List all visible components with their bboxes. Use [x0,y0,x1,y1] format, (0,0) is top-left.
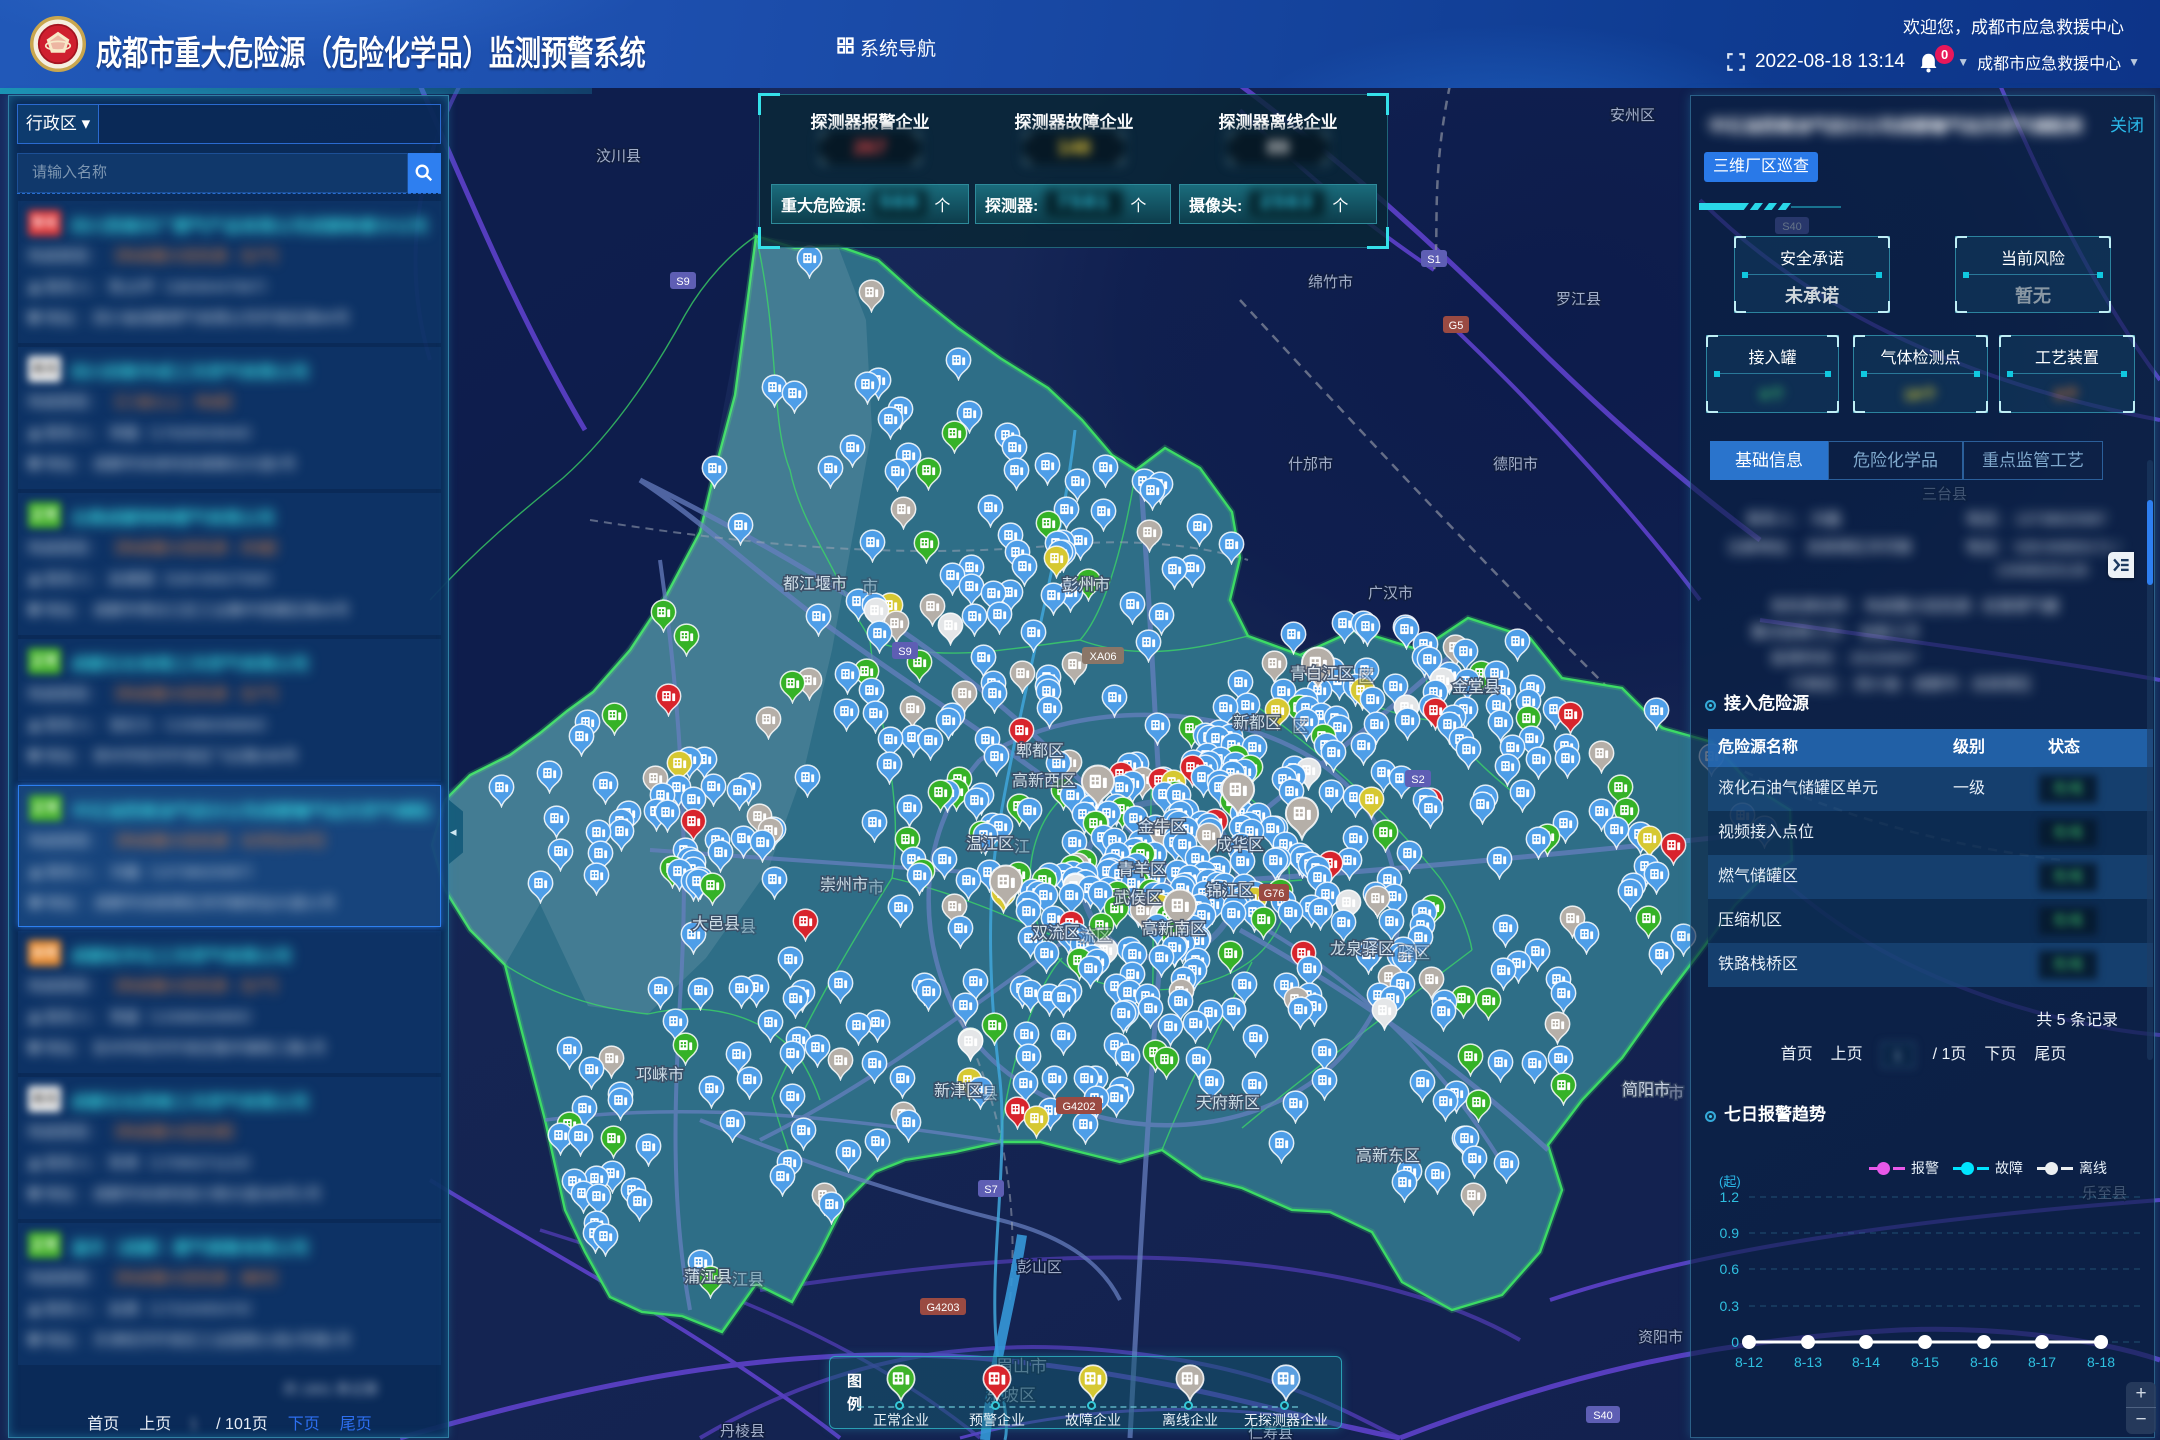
svg-text:绵竹市: 绵竹市 [1308,274,1353,291]
svg-text:S40: S40 [1593,1410,1613,1422]
svg-text:0.9: 0.9 [1720,1225,1740,1241]
svg-text:驿区: 驿区 [1398,944,1430,962]
svg-text:0.6: 0.6 [1720,1261,1740,1277]
svg-text:青羊区: 青羊区 [1118,861,1166,879]
svg-text:新津区: 新津区 [934,1082,982,1100]
svg-text:0: 0 [1731,1334,1739,1350]
svg-text:邛崃市: 邛崃市 [636,1066,684,1084]
svg-text:8-18: 8-18 [2087,1354,2115,1370]
svg-text:S7: S7 [984,1184,997,1196]
svg-text:金堂县: 金堂县 [1452,678,1500,696]
svg-text:G4203: G4203 [926,1302,959,1314]
svg-text:高新南区: 高新南区 [1142,920,1206,938]
svg-text:高新东区: 高新东区 [1356,1147,1420,1165]
svg-text:汶川县: 汶川县 [596,147,641,165]
svg-text:S9: S9 [676,276,689,288]
svg-text:丹棱县: 丹棱县 [720,1423,765,1440]
svg-text:金牛区: 金牛区 [1138,818,1186,836]
svg-text:简阳市: 简阳市 [1622,1081,1670,1099]
svg-text:流区: 流区 [1080,927,1112,945]
svg-text:8-12: 8-12 [1735,1354,1763,1370]
svg-text:G4202: G4202 [1062,1101,1095,1113]
svg-text:安州区: 安州区 [1610,107,1655,124]
svg-text:成华区: 成华区 [1216,836,1264,854]
svg-text:8-15: 8-15 [1911,1354,1939,1370]
svg-text:区: 区 [1358,669,1374,686]
svg-text:市: 市 [868,879,884,897]
svg-text:8-16: 8-16 [1970,1354,1998,1370]
svg-text:区: 区 [1292,719,1308,736]
svg-text:彭州市: 彭州市 [1062,576,1110,594]
svg-text:龙泉驿区: 龙泉驿区 [1330,940,1394,958]
svg-text:S9: S9 [898,646,911,658]
svg-text:1.2: 1.2 [1720,1189,1740,1205]
svg-text:S2: S2 [1411,774,1424,786]
svg-text:XA06: XA06 [1090,651,1117,663]
svg-text:G76: G76 [1264,888,1285,900]
svg-text:县: 县 [740,919,756,936]
svg-text:G5: G5 [1449,320,1464,332]
svg-text:S1: S1 [1427,254,1440,266]
svg-text:(起): (起) [1719,1174,1741,1189]
svg-text:彭山区: 彭山区 [1017,1259,1062,1276]
svg-text:罗江县: 罗江县 [1556,291,1601,308]
svg-text:县: 县 [982,1086,998,1103]
svg-text:高新西区: 高新西区 [1012,772,1076,790]
svg-text:市: 市 [862,578,878,596]
svg-text:8-13: 8-13 [1794,1354,1822,1370]
svg-text:大邑县: 大邑县 [692,915,740,933]
svg-text:温江区: 温江区 [966,835,1014,853]
svg-text:锦江区: 锦江区 [1206,882,1254,900]
svg-text:青白江区: 青白江区 [1290,665,1354,683]
svg-text:郫都区: 郫都区 [1016,742,1064,760]
svg-text:资阳市: 资阳市 [1638,1329,1683,1346]
svg-text:新都区: 新都区 [1233,714,1281,732]
svg-text:蒲江县: 蒲江县 [684,1268,732,1286]
svg-text:德阳市: 德阳市 [1493,455,1538,473]
svg-text:双流区: 双流区 [1032,924,1080,942]
svg-text:天府新区: 天府新区 [1196,1094,1260,1112]
svg-text:8-14: 8-14 [1852,1354,1880,1370]
svg-text:广汉市: 广汉市 [1368,585,1413,602]
svg-text:市: 市 [1668,1084,1684,1102]
svg-text:0.3: 0.3 [1720,1298,1740,1314]
svg-text:崇州市: 崇州市 [820,876,868,894]
svg-text:什邡市: 什邡市 [1288,456,1333,473]
svg-text:武侯区: 武侯区 [1114,889,1162,907]
svg-text:8-17: 8-17 [2028,1354,2056,1370]
svg-text:江: 江 [1014,838,1030,856]
svg-text:都江堰市: 都江堰市 [783,575,847,593]
svg-text:江县: 江县 [732,1271,764,1289]
